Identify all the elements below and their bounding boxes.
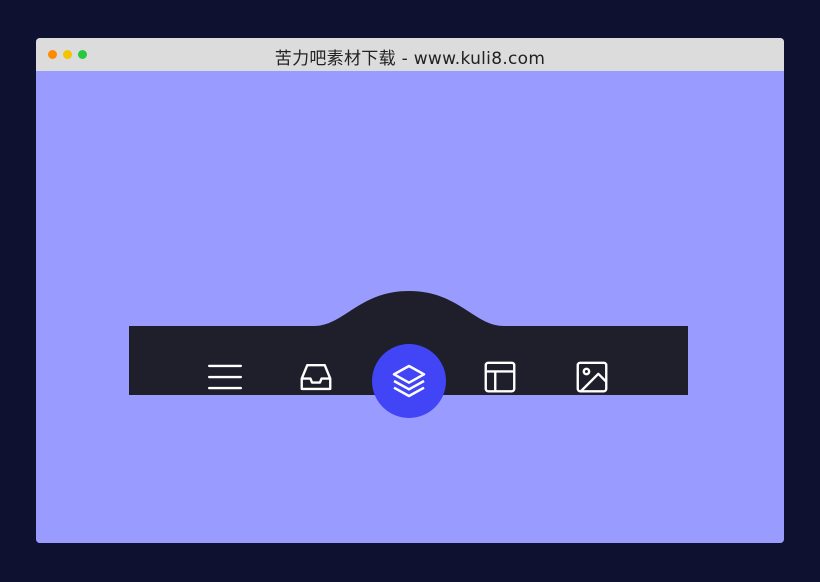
window-title: 苦力吧素材下载 - www.kuli8.com xyxy=(274,49,546,69)
browser-window: 苦力吧素材下载 - www.kuli8.com xyxy=(36,38,784,543)
nav-item-layout[interactable] xyxy=(478,355,522,399)
bottom-navbar xyxy=(129,289,688,418)
nav-item-image[interactable] xyxy=(570,355,614,399)
image-icon xyxy=(576,361,608,393)
nav-item-inbox[interactable] xyxy=(294,355,338,399)
page-content xyxy=(36,71,784,543)
inbox-icon xyxy=(300,363,332,391)
nav-item-layers-active[interactable] xyxy=(372,344,446,418)
layout-icon xyxy=(484,361,516,393)
menu-icon xyxy=(207,364,243,390)
nav-item-menu[interactable] xyxy=(203,355,247,399)
layers-icon xyxy=(392,364,426,398)
title-bar: 苦力吧素材下载 - www.kuli8.com xyxy=(36,38,784,71)
